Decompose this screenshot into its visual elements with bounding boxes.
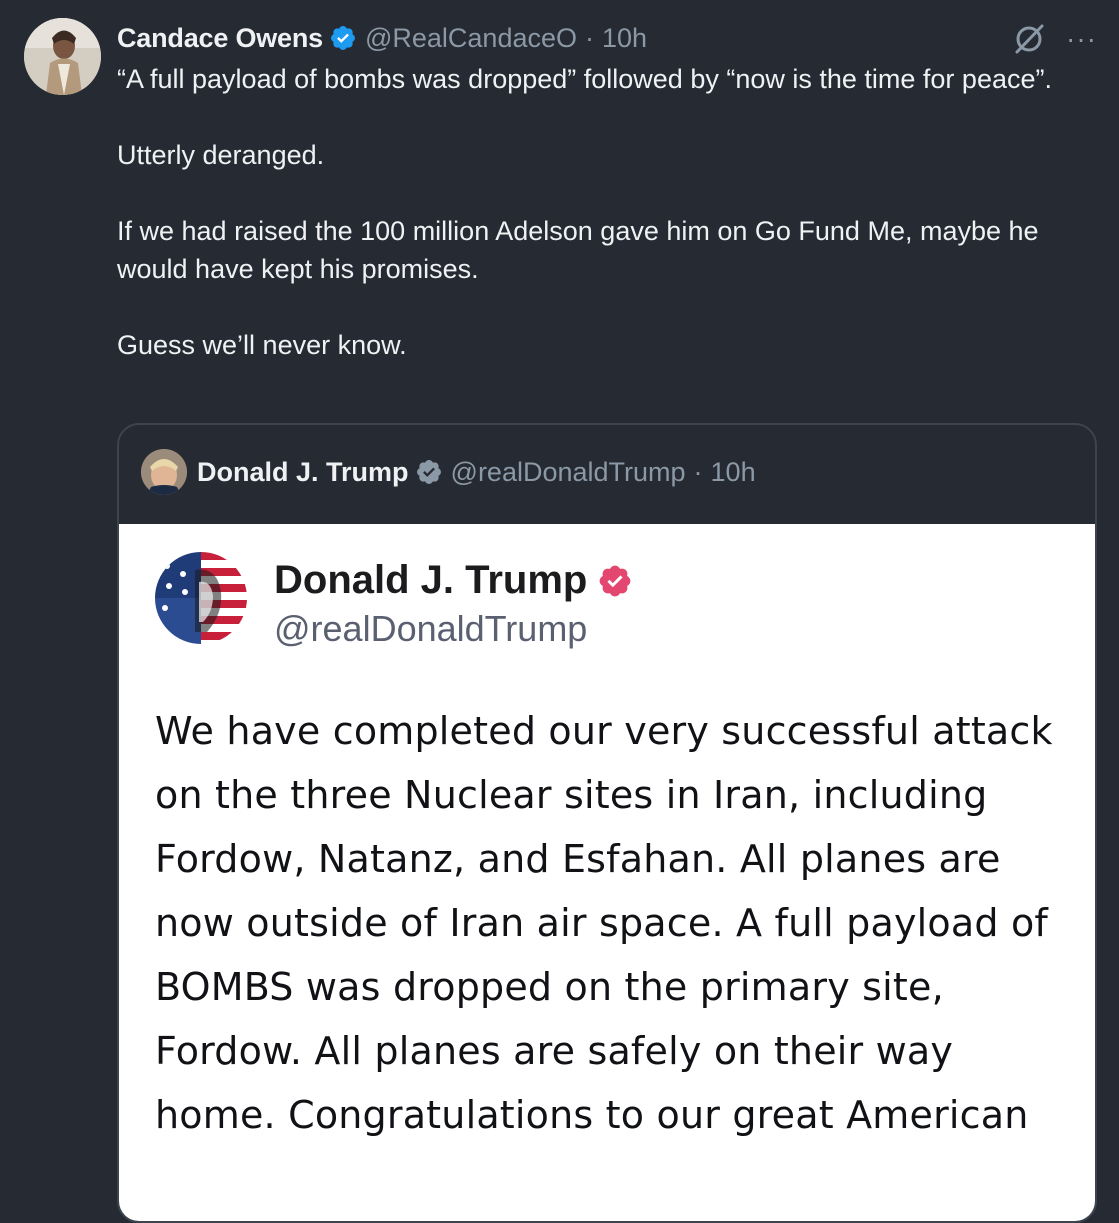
tweet-paragraph: Guess we’ll never know. xyxy=(117,330,407,360)
verified-badge-icon xyxy=(329,24,357,52)
truth-social-avatar xyxy=(155,552,247,644)
quoted-timestamp[interactable]: 10h xyxy=(711,457,756,488)
tweet-text: “A full payload of bombs was dropped” fo… xyxy=(117,60,1092,364)
tweet-paragraph: “A full payload of bombs was dropped” fo… xyxy=(117,64,1052,94)
author-name[interactable]: Candace Owens xyxy=(117,23,323,54)
truth-social-screenshot[interactable]: Donald J. Trump @realDonaldTrump We have… xyxy=(119,524,1095,1221)
verified-badge-icon xyxy=(415,458,443,486)
quoted-author-name[interactable]: Donald J. Trump xyxy=(197,457,409,488)
quoted-author-handle[interactable]: @realDonaldTrump xyxy=(451,457,686,488)
truth-author-name: Donald J. Trump xyxy=(274,558,633,603)
truth-author-handle: @realDonaldTrump xyxy=(274,608,588,649)
tweet-header: Candace Owens @RealCandaceO · 10h xyxy=(117,20,647,56)
tweet[interactable]: Candace Owens @RealCandaceO · 10h ··· “A… xyxy=(0,0,1119,1223)
truth-author-name-text: Donald J. Trump xyxy=(274,558,588,602)
quoted-tweet-header: Donald J. Trump @realDonaldTrump · 10h xyxy=(141,447,756,497)
verified-badge-icon xyxy=(597,563,633,599)
donald-trump-avatar[interactable] xyxy=(141,449,187,495)
separator-dot: · xyxy=(585,22,595,53)
candace-owens-avatar[interactable] xyxy=(24,18,101,95)
author-handle[interactable]: @RealCandaceO xyxy=(365,23,577,54)
tweet-paragraph: Utterly deranged. xyxy=(117,140,325,170)
more-options-icon[interactable]: ··· xyxy=(1066,25,1097,53)
grok-icon[interactable] xyxy=(1012,22,1046,56)
tweet-actions: ··· xyxy=(1012,22,1097,56)
tweet-paragraph: If we had raised the 100 million Adelson… xyxy=(117,216,1039,284)
separator-dot: · xyxy=(693,456,703,487)
timestamp[interactable]: 10h xyxy=(602,23,647,54)
truth-post-text: We have completed our very successful at… xyxy=(155,709,1053,1137)
quoted-tweet[interactable]: Donald J. Trump @realDonaldTrump · 10h D… xyxy=(117,423,1097,1223)
